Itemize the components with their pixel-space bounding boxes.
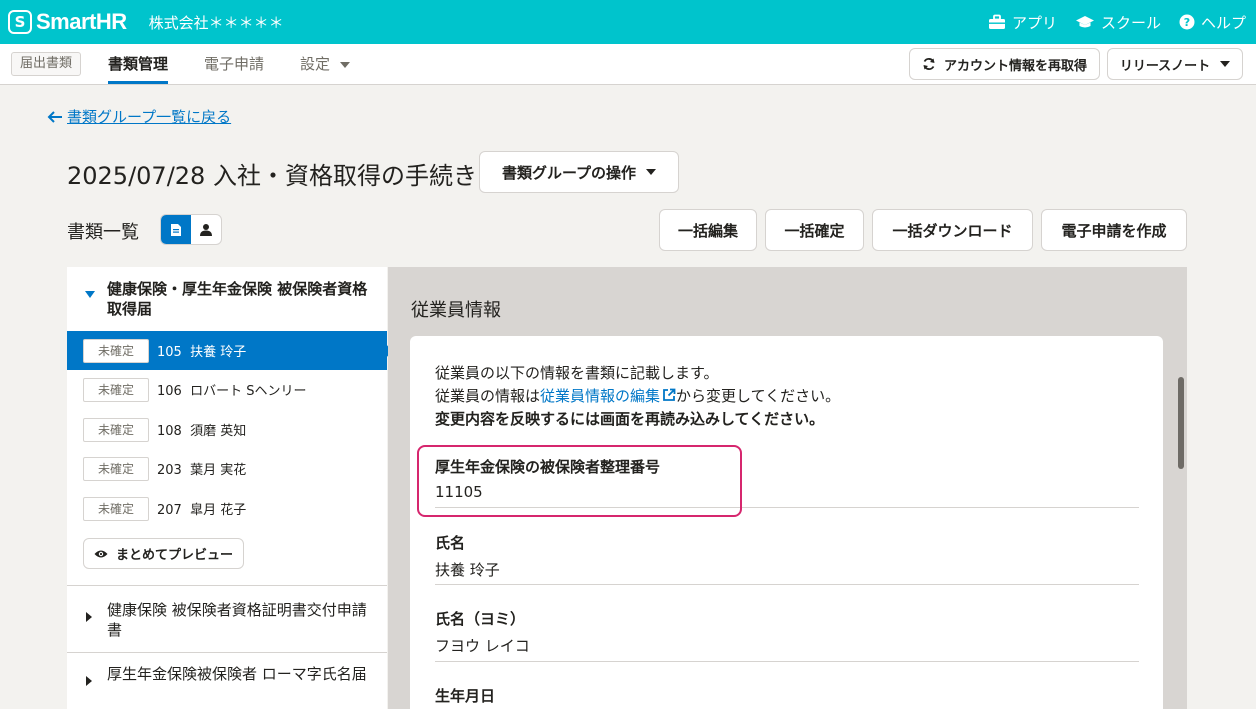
- document-group-header[interactable]: 健康保険 被保険者資格証明書交付申請書: [67, 600, 387, 640]
- field-label: 氏名: [435, 534, 466, 552]
- employee-name: 106 ロバート Sヘンリー: [157, 384, 307, 399]
- create-e-application-button[interactable]: 電子申請を作成: [1041, 209, 1187, 251]
- field-value: 扶養 玲子: [435, 561, 500, 579]
- view-toggle: [160, 214, 222, 245]
- back-link-label: 書類グループ一覧に戻る: [67, 108, 232, 126]
- company-name: 株式会社＊＊＊＊＊: [148, 13, 284, 32]
- help-circle-icon: ?: [1179, 14, 1195, 30]
- status-badge: 未確定: [83, 496, 149, 521]
- group-title: 健康保険・厚生年金保険 被保険者資格取得届: [107, 280, 368, 318]
- group-title: 厚生年金保険被保険者 ローマ字氏名届: [107, 665, 367, 683]
- sub-navigation: 届出書類 書類管理 電子申請 設定 アカウント情報を再取得 リリースノート: [0, 44, 1256, 85]
- school-link[interactable]: スクール: [1075, 12, 1161, 33]
- arrow-left-icon: [47, 110, 62, 123]
- document-list-title: 書類一覧: [67, 222, 139, 243]
- intro-line-3: 変更内容を反映するには画面を再読み込みしてください。: [435, 410, 825, 428]
- employee-view-toggle[interactable]: [191, 215, 221, 244]
- list-item[interactable]: 未確定 106 ロバート Sヘンリー: [67, 370, 387, 409]
- svg-text:?: ?: [1184, 16, 1190, 29]
- smarthr-logo[interactable]: S SmartHR: [8, 9, 127, 35]
- help-link[interactable]: ? ヘルプ: [1179, 12, 1246, 33]
- intro-suffix: から変更してください。: [676, 387, 841, 405]
- bulk-download-button[interactable]: 一括ダウンロード: [872, 209, 1033, 251]
- field-name: 氏名 扶養 玲子: [435, 532, 1139, 585]
- release-notes-button[interactable]: リリースノート: [1107, 48, 1243, 80]
- list-item[interactable]: 未確定 105 扶養 玲子: [67, 331, 387, 370]
- refresh-account-label: アカウント情報を再取得: [943, 58, 1087, 74]
- top-header: S SmartHR 株式会社＊＊＊＊＊ アプリ スクール ? ヘルプ: [0, 0, 1256, 44]
- chevron-down-icon: [646, 169, 657, 175]
- group-title: 健康保険 被保険者資格証明書交付申請書: [107, 601, 367, 639]
- apps-label: アプリ: [1011, 13, 1057, 32]
- status-badge: 未確定: [83, 417, 149, 442]
- intro-line-1: 従業員の以下の情報を書類に記載します。: [435, 364, 719, 382]
- list-item[interactable]: 未確定 108 須磨 英知: [67, 410, 387, 449]
- employee-name: 207 皐月 花子: [157, 503, 247, 518]
- tab-settings[interactable]: 設定: [300, 44, 351, 84]
- list-item[interactable]: 未確定 203 葉月 実花: [67, 449, 387, 488]
- group-operations-label: 書類グループの操作: [501, 163, 637, 182]
- employee-name: 105 扶養 玲子: [157, 345, 247, 360]
- chevron-down-icon: [1220, 61, 1231, 67]
- app-chip: 届出書類: [11, 52, 82, 76]
- help-label: ヘルプ: [1200, 13, 1246, 32]
- tab-documents[interactable]: 書類管理: [108, 44, 169, 84]
- bulk-edit-button[interactable]: 一括編集: [659, 209, 757, 251]
- refresh-account-button[interactable]: アカウント情報を再取得: [909, 48, 1100, 80]
- employee-info-card: 従業員の以下の情報を書類に記載します。 従業員の情報は従業員情報の編集 から変更し…: [410, 336, 1163, 709]
- employee-info-panel: 従業員情報 従業員の以下の情報を書類に記載します。 従業員の情報は従業員情報の編…: [388, 267, 1187, 709]
- employee-name: 108 須磨 英知: [157, 424, 247, 439]
- toolbox-icon: [988, 14, 1005, 29]
- person-icon: [200, 223, 212, 236]
- field-value: フヨウ レイコ: [435, 637, 530, 655]
- refresh-icon: [923, 58, 935, 70]
- status-badge: 未確定: [83, 456, 149, 481]
- page-title: 2025/07/28 入社・資格取得の手続き: [67, 162, 477, 190]
- status-badge: 未確定: [83, 377, 149, 402]
- group-operations-button[interactable]: 書類グループの操作: [479, 151, 679, 193]
- tab-e-application[interactable]: 電子申請: [204, 44, 264, 84]
- triangle-right-icon: [86, 676, 92, 686]
- field-label: 生年月日: [435, 687, 496, 705]
- intro-prefix: 従業員の情報は: [435, 387, 541, 405]
- apps-link[interactable]: アプリ: [988, 12, 1057, 33]
- edit-employee-link[interactable]: 従業員情報の編集: [540, 387, 676, 405]
- bulk-preview-button[interactable]: まとめてプレビュー: [83, 538, 244, 569]
- field-name-kana: 氏名（ヨミ） フヨウ レイコ: [435, 608, 1139, 662]
- logo-mark: S: [8, 10, 32, 34]
- divider: [67, 652, 387, 653]
- logo-text: SmartHR: [36, 9, 127, 34]
- tab-settings-label: 設定: [300, 55, 331, 73]
- external-link-icon: [663, 388, 676, 401]
- field-label: 氏名（ヨミ）: [435, 610, 526, 628]
- intro-text: 従業員の以下の情報を書類に記載します。 従業員の情報は従業員情報の編集 から変更し…: [435, 362, 840, 431]
- school-label: スクール: [1100, 13, 1161, 32]
- employee-info-title: 従業員情報: [411, 300, 501, 321]
- triangle-down-icon: [85, 291, 95, 298]
- document-group-header[interactable]: 厚生年金保険被保険者 ローマ字氏名届: [67, 664, 387, 686]
- document-list-panel: 健康保険・厚生年金保険 被保険者資格取得届 未確定 105 扶養 玲子 未確定 …: [67, 267, 387, 709]
- divider: [67, 585, 387, 586]
- bulk-confirm-button[interactable]: 一括確定: [765, 209, 864, 251]
- document-view-toggle[interactable]: [161, 215, 191, 244]
- list-item[interactable]: 未確定 207 皐月 花子: [67, 489, 387, 528]
- employee-name: 203 葉月 実花: [157, 463, 247, 478]
- eye-icon: [94, 550, 108, 557]
- chevron-down-icon: [340, 61, 351, 68]
- document-group-header[interactable]: 健康保険・厚生年金保険 被保険者資格取得届: [67, 279, 387, 319]
- field-birthdate: 生年月日: [435, 685, 1139, 706]
- edit-employee-link-label: 従業員情報の編集: [540, 387, 661, 405]
- bulk-preview-label: まとめてプレビュー: [115, 548, 233, 563]
- graduation-cap-icon: [1075, 16, 1094, 28]
- release-notes-label: リリースノート: [1119, 58, 1211, 74]
- back-to-groups-link[interactable]: 書類グループ一覧に戻る: [47, 106, 231, 127]
- triangle-right-icon: [86, 612, 92, 622]
- highlight-box: [417, 445, 742, 517]
- status-badge: 未確定: [83, 338, 149, 363]
- document-icon: [171, 223, 181, 236]
- intro-line-2: 従業員の情報は従業員情報の編集 から変更してください。: [435, 385, 840, 408]
- scrollbar[interactable]: [1178, 377, 1184, 469]
